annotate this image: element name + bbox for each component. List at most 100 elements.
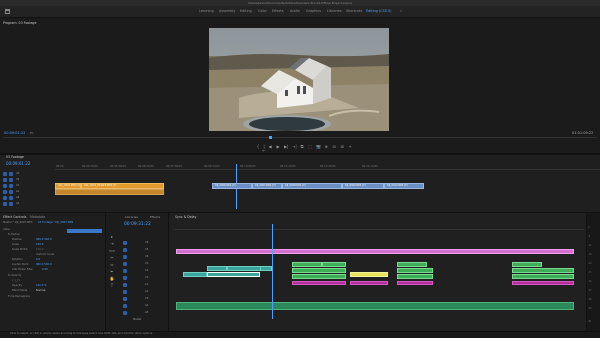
workspace-effects[interactable]: Effects [272,9,284,13]
ec-row-opacity[interactable]: fx Opacity [8,274,21,277]
vr-view-icon[interactable]: ⊞ [340,145,344,149]
workspace-editing-cs55[interactable]: Editing (CS5.5) [366,9,391,13]
mark-in-icon[interactable]: { [256,145,260,149]
ec-anchor-value[interactable]: 960.0 540.0 [36,263,52,266]
track-target-toggle[interactable] [9,172,13,176]
timeline-clip[interactable] [183,272,207,277]
main-timeline-playhead[interactable] [272,224,273,319]
effect-controls-sequence[interactable]: 03 Footage * DJI_0007.MP4 [38,221,73,224]
timeline-clip[interactable]: DJI_0007.MP4 [V] [252,183,282,189]
effect-controls-clip-bar[interactable] [67,229,102,233]
compare-view-icon[interactable]: ⊕ [324,145,328,149]
timeline-clip[interactable]: DJI_0008.MP4 [V] [282,183,342,189]
timeline-audio-clip[interactable] [55,189,164,195]
timeline-clip[interactable] [512,268,574,273]
main-timeline-ruler[interactable] [174,224,584,230]
timeline-clip[interactable]: DJI_0009.MP4 [V] [342,183,384,189]
libraries-tab[interactable]: Libraries [125,215,138,219]
hand-tool-icon[interactable]: ✋ [109,276,115,281]
timeline-clip-adjustment[interactable] [176,249,574,254]
timeline-clip[interactable] [397,274,433,279]
go-to-in-icon[interactable]: |← [262,145,266,153]
timeline-clip[interactable] [512,274,574,279]
step-forward-icon[interactable]: ▶| [284,145,288,149]
timeline-clip[interactable] [512,262,542,267]
upper-timeline-tab[interactable]: 03 Footage [6,155,24,159]
track-target-toggle[interactable] [9,190,13,194]
ec-uniform-scale-checkbox[interactable]: Uniform Scale [36,253,54,256]
timeline-audio-clip[interactable] [292,281,346,285]
ec-opacity-value[interactable]: 100.0 % [36,284,47,287]
track-target-toggle[interactable] [3,184,7,188]
metadata-tab[interactable]: Metadata [30,215,45,219]
workspace-shortcuts[interactable]: Shortcuts [346,9,362,13]
timeline-clip[interactable] [397,262,427,267]
track-target-toggle[interactable] [9,184,13,188]
timeline-audio-clip[interactable] [512,281,574,285]
timeline-clip[interactable] [260,266,272,271]
ec-scale-width-value[interactable]: 100.0 [36,248,43,251]
type-tool-icon[interactable]: T [109,283,115,288]
workspace-color[interactable]: Color [258,9,267,13]
program-monitor-tab[interactable]: Program: 03 Footage [3,21,36,25]
timeline-audio-clip[interactable] [397,281,433,285]
workspace-graphics[interactable]: Graphics [306,9,321,13]
extract-icon[interactable]: ⬚ [308,145,312,149]
effect-controls-source[interactable]: Master * DJI_0007.MP4 [3,221,33,224]
track-target-toggle[interactable] [3,190,7,194]
export-frame-icon[interactable]: 📷 [316,145,321,149]
pen-tool-icon[interactable]: ✒ [109,269,115,274]
timeline-clip[interactable] [322,262,346,267]
timeline-clip[interactable] [227,266,261,271]
ec-row-motion[interactable]: fx Motion [8,233,20,236]
program-scrub-bar[interactable] [3,137,597,140]
effect-controls-tab[interactable]: Effect Controls [3,215,26,219]
ec-antiflicker-value[interactable]: 0.00 [42,268,48,271]
upper-timeline-timecode[interactable]: 00:09:01:22 [6,161,30,166]
button-editor-icon[interactable]: + [348,145,352,149]
ec-scale-value[interactable]: 100.0 [36,243,43,246]
timeline-clip[interactable] [292,274,346,279]
ec-position-value[interactable]: 960.0 540.0 [36,238,52,241]
razor-tool-icon[interactable]: ✂ [109,255,115,260]
play-icon[interactable]: ▶ [276,145,280,149]
timeline-clip[interactable] [397,268,433,273]
track-target-toggle[interactable] [3,196,7,200]
timeline-clip[interactable] [292,268,346,273]
lift-icon[interactable]: ⧉ [300,145,304,149]
step-back-icon[interactable]: ◀ [268,145,272,149]
track-target-toggle[interactable] [9,196,13,200]
ec-mask-tools[interactable]: ○ □ ✎ [12,279,21,282]
timeline-audio-clip[interactable] [350,281,388,285]
home-icon[interactable] [5,9,10,14]
program-playhead-icon[interactable] [269,136,272,139]
safe-margins-icon[interactable]: ⊟ [332,145,336,149]
timeline-clip-selected[interactable] [207,272,260,277]
workspace-learning[interactable]: Learning [199,9,214,13]
workspace-more-icon[interactable]: » [400,9,402,13]
ec-row-time-remapping[interactable]: Time Remapping [8,295,30,298]
main-timeline-timecode[interactable]: 00:09:31:22 [124,222,151,227]
program-fit-dropdown[interactable]: Fit [30,131,34,135]
timeline-clip-title[interactable] [350,272,388,277]
ripple-edit-tool-icon[interactable]: ⟺ [109,248,115,253]
track-target-toggle[interactable] [9,178,13,182]
go-to-out-icon[interactable]: →| [292,145,297,149]
track-target-toggle[interactable] [9,202,13,206]
track-target-toggle[interactable] [3,172,7,176]
track-select-tool-icon[interactable]: ⇥ [109,241,115,246]
ec-blend-mode-select[interactable]: Normal [36,289,45,292]
timeline-clip[interactable]: DJI_0010.MP4 [V] [384,183,424,189]
effects-tab[interactable]: Effects [150,215,160,219]
ec-rotation-value[interactable]: 0.0 [36,258,40,261]
selection-tool-icon[interactable]: ▸ [109,234,115,239]
workspace-audio[interactable]: Audio [290,9,300,13]
main-timeline-tab[interactable]: Sync & Delay [175,215,196,219]
program-timecode-current[interactable]: 00:09:01:22 [4,131,25,135]
timeline-clip[interactable] [207,266,227,271]
workspace-editing[interactable]: Editing [240,9,252,13]
track-target-toggle[interactable] [3,202,7,206]
timeline-clip[interactable] [292,262,322,267]
slip-tool-icon[interactable]: ⇔ [109,262,115,267]
workspace-assembly[interactable]: Assembly [219,9,235,13]
